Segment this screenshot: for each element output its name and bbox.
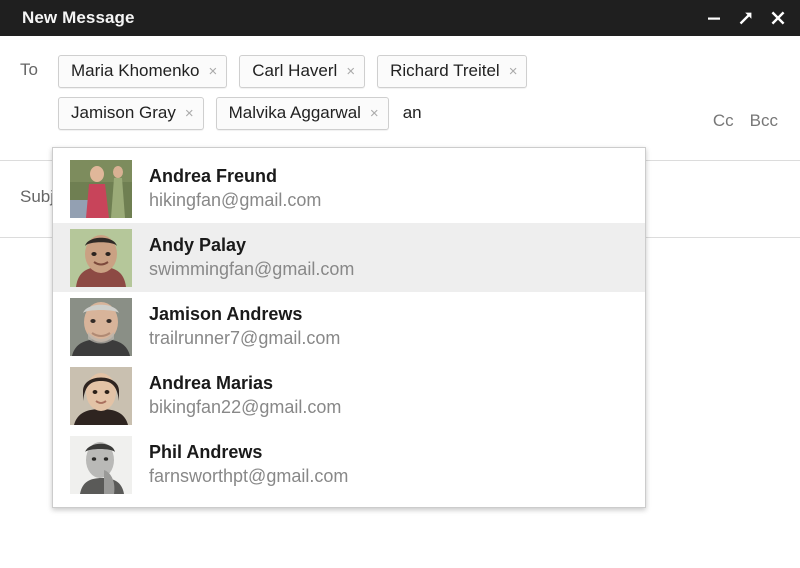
to-field-row[interactable]: To Maria Khomenko × Carl Haverl × Richar… — [0, 36, 800, 161]
popout-button[interactable] — [732, 4, 760, 32]
bcc-link[interactable]: Bcc — [750, 111, 778, 131]
contact-email: trailrunner7@gmail.com — [149, 327, 341, 348]
list-item-text: Andrea Marias bikingfan22@gmail.com — [149, 373, 341, 417]
to-input-typed-text[interactable]: an — [403, 103, 422, 123]
cc-bcc-links: Cc Bcc — [713, 111, 778, 131]
to-label: To — [20, 60, 38, 79]
minimize-button[interactable] — [700, 4, 728, 32]
remove-recipient-icon[interactable]: × — [509, 64, 518, 79]
recipient-chip-row: Maria Khomenko × Carl Haverl × Richard T… — [58, 50, 658, 92]
list-item[interactable]: Andrea Marias bikingfan22@gmail.com — [53, 361, 645, 430]
avatar — [70, 435, 132, 494]
recipient-chip[interactable]: Jamison Gray × — [58, 96, 204, 130]
contact-email: hikingfan@gmail.com — [149, 189, 322, 210]
compose-titlebar[interactable]: New Message — [0, 0, 800, 36]
remove-recipient-icon[interactable]: × — [370, 106, 379, 121]
contact-name: Jamison Andrews — [149, 304, 303, 325]
list-item-text: Jamison Andrews trailrunner7@gmail.com — [149, 304, 340, 348]
contact-photo-icon — [70, 435, 132, 494]
recipient-chip[interactable]: Malvika Aggarwal × — [215, 96, 389, 130]
window-controls — [700, 0, 792, 36]
remove-recipient-icon[interactable]: × — [209, 64, 218, 79]
recipient-chip-label: Carl Haverl — [252, 61, 338, 80]
close-icon — [771, 11, 785, 25]
contact-photo-icon — [70, 228, 132, 287]
avatar — [70, 297, 132, 356]
list-item-text: Andy Palay swimmingfan@gmail.com — [149, 235, 354, 279]
contact-photo-icon — [70, 366, 132, 425]
cc-link[interactable]: Cc — [713, 111, 734, 131]
list-item[interactable]: Jamison Andrews trailrunner7@gmail.com — [53, 292, 645, 361]
recipient-chip-label: Malvika Aggarwal — [228, 103, 361, 122]
recipient-chip-label: Richard Treitel — [390, 61, 500, 80]
list-item-text: Andrea Freund hikingfan@gmail.com — [149, 166, 321, 210]
contact-name: Andrea Freund — [149, 166, 278, 187]
contact-name: Andrea Marias — [149, 373, 274, 394]
contact-email: swimmingfan@gmail.com — [149, 258, 355, 279]
list-item-text: Phil Andrews farnsworthpt@gmail.com — [149, 442, 348, 486]
avatar — [70, 366, 132, 425]
minimize-icon — [708, 17, 720, 20]
contact-photo-icon — [70, 159, 132, 218]
contact-name: Phil Andrews — [149, 442, 263, 463]
recipient-chip[interactable]: Maria Khomenko × — [58, 54, 228, 88]
list-item[interactable]: Phil Andrews farnsworthpt@gmail.com — [53, 430, 645, 499]
recipient-chip[interactable]: Carl Haverl × — [239, 54, 366, 88]
recipient-chips-area[interactable]: Maria Khomenko × Carl Haverl × Richard T… — [58, 50, 658, 134]
recipient-chip[interactable]: Richard Treitel × — [377, 54, 528, 88]
page-title: New Message — [22, 8, 135, 27]
contact-photo-icon — [70, 297, 132, 356]
popout-arrow-icon — [739, 12, 752, 25]
contact-email: bikingfan22@gmail.com — [149, 396, 342, 417]
recipient-chip-label: Maria Khomenko — [71, 61, 200, 80]
recipient-chip-row: Jamison Gray × Malvika Aggarwal × an — [58, 92, 658, 134]
list-item[interactable]: Andy Palay swimmingfan@gmail.com — [53, 223, 645, 292]
list-item[interactable]: Andrea Freund hikingfan@gmail.com — [53, 154, 645, 223]
compose-window: New Message To Maria Khomenko × Carl Hav… — [0, 0, 800, 568]
close-button[interactable] — [764, 4, 792, 32]
avatar — [70, 228, 132, 287]
contact-email: farnsworthpt@gmail.com — [149, 465, 349, 486]
contact-name: Andy Palay — [149, 235, 247, 256]
recipient-chip-label: Jamison Gray — [71, 103, 176, 122]
avatar — [70, 159, 132, 218]
remove-recipient-icon[interactable]: × — [346, 64, 355, 79]
recipient-autocomplete-dropdown[interactable]: Andrea Freund hikingfan@gmail.com Andy P… — [52, 147, 646, 508]
remove-recipient-icon[interactable]: × — [185, 106, 194, 121]
